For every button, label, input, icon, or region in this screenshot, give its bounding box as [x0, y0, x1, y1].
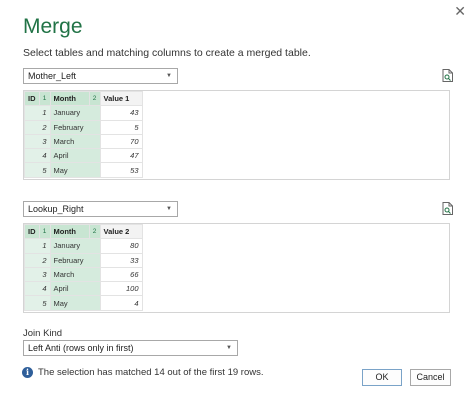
- column-header-value[interactable]: Value 2: [99, 223, 143, 240]
- close-icon[interactable]: ✕: [454, 4, 466, 18]
- column-order-badge: 2: [88, 90, 101, 107]
- table-row: 1 January 43: [24, 105, 143, 121]
- cell-month: April: [49, 148, 101, 164]
- dialog-title: Merge: [23, 15, 83, 38]
- cell-month: March: [49, 133, 101, 150]
- column-header-id[interactable]: ID: [24, 90, 40, 107]
- chevron-down-icon: ▼: [166, 206, 172, 212]
- cell-id: 2: [24, 119, 51, 135]
- cell-value: 66: [99, 266, 143, 283]
- table1-grid: ID 1 Month 2 Value 1 1 January 43 2 February…: [24, 90, 143, 178]
- document-preview-icon[interactable]: [442, 69, 454, 82]
- column-order-badge: 1: [38, 223, 51, 240]
- cancel-button[interactable]: Cancel: [410, 369, 451, 386]
- cell-month: April: [49, 281, 101, 297]
- chevron-down-icon: ▼: [226, 345, 232, 351]
- cell-id: 1: [24, 238, 51, 254]
- table1-header-row: ID 1 Month 2 Value 1: [24, 90, 143, 107]
- cell-id: 2: [24, 252, 51, 268]
- cell-id: 5: [24, 295, 51, 311]
- column-header-id[interactable]: ID: [24, 223, 40, 240]
- table2-preview: ID 1 Month 2 Value 2 1 January 80 2 February…: [23, 223, 450, 313]
- match-status-text: The selection has matched 14 out of the …: [38, 367, 264, 378]
- cell-value: 100: [99, 281, 143, 297]
- table1-select[interactable]: Mother_Left ▼: [23, 68, 178, 84]
- table-row: 4 April 100: [24, 281, 143, 297]
- document-preview-icon[interactable]: [442, 202, 454, 215]
- cell-id: 5: [24, 162, 51, 178]
- table-row: 3 March 70: [24, 133, 143, 150]
- table-row: 2 February 5: [24, 119, 143, 135]
- join-kind-label: Join Kind: [23, 328, 63, 339]
- match-status: i The selection has matched 14 out of th…: [22, 367, 263, 378]
- table1-preview: ID 1 Month 2 Value 1 1 January 43 2 February…: [23, 90, 450, 180]
- column-header-value[interactable]: Value 1: [99, 90, 143, 107]
- column-header-month[interactable]: Month: [49, 223, 90, 240]
- cell-month: February: [49, 119, 101, 135]
- ok-button[interactable]: OK: [362, 369, 402, 386]
- cell-value: 33: [99, 252, 143, 268]
- dialog-subtitle: Select tables and matching columns to cr…: [23, 47, 311, 59]
- cell-id: 1: [24, 105, 51, 121]
- cell-value: 53: [99, 162, 143, 178]
- table-row: 5 May 53: [24, 162, 143, 178]
- table-row: 1 January 80: [24, 238, 143, 254]
- cell-value: 80: [99, 238, 143, 254]
- column-order-badge: 1: [38, 90, 51, 107]
- cell-value: 47: [99, 148, 143, 164]
- column-order-badge: 2: [88, 223, 101, 240]
- cell-month: May: [49, 162, 101, 178]
- cell-month: March: [49, 266, 101, 283]
- column-header-month[interactable]: Month: [49, 90, 90, 107]
- cell-id: 4: [24, 281, 51, 297]
- info-icon: i: [22, 367, 33, 378]
- table2-select-value: Lookup_Right: [28, 204, 84, 214]
- table2-grid: ID 1 Month 2 Value 2 1 January 80 2 February…: [24, 223, 143, 311]
- cell-value: 70: [99, 133, 143, 150]
- table-row: 3 March 66: [24, 266, 143, 283]
- cell-month: February: [49, 252, 101, 268]
- cell-value: 43: [99, 105, 143, 121]
- chevron-down-icon: ▼: [166, 73, 172, 79]
- cell-id: 3: [24, 133, 51, 150]
- table2-header-row: ID 1 Month 2 Value 2: [24, 223, 143, 240]
- join-kind-value: Left Anti (rows only in first): [28, 343, 134, 353]
- table2-select[interactable]: Lookup_Right ▼: [23, 201, 178, 217]
- table1-select-value: Mother_Left: [28, 71, 77, 81]
- cell-value: 4: [99, 295, 143, 311]
- cell-month: January: [49, 105, 101, 121]
- cell-id: 4: [24, 148, 51, 164]
- cell-month: May: [49, 295, 101, 311]
- table-row: 5 May 4: [24, 295, 143, 311]
- cell-id: 3: [24, 266, 51, 283]
- join-kind-select[interactable]: Left Anti (rows only in first) ▼: [23, 340, 238, 356]
- table-row: 4 April 47: [24, 148, 143, 164]
- cell-value: 5: [99, 119, 143, 135]
- table-row: 2 February 33: [24, 252, 143, 268]
- cell-month: January: [49, 238, 101, 254]
